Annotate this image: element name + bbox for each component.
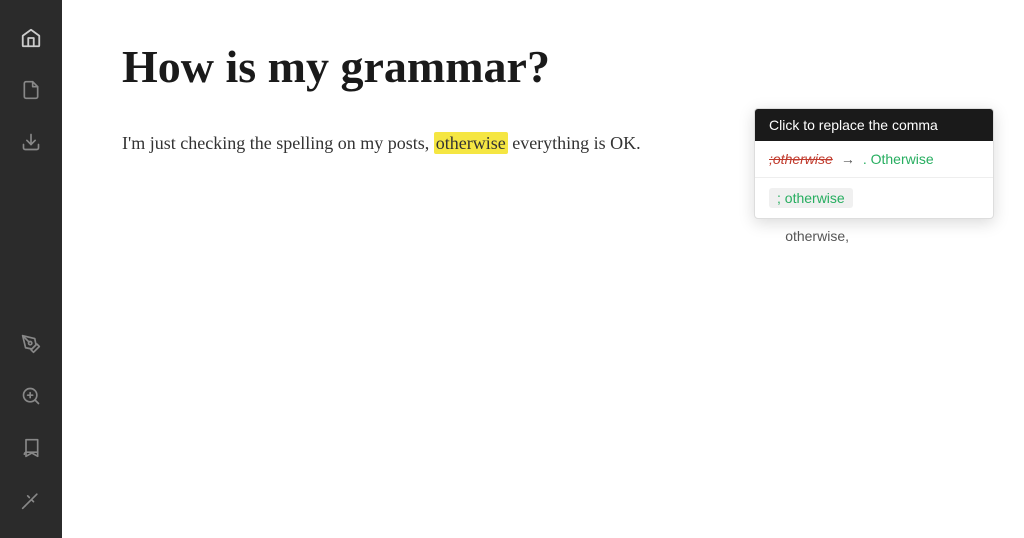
main-content: How is my grammar? I'm just checking the… — [62, 0, 1024, 538]
suggestion-tooltip: Click to replace the comma — [755, 109, 993, 141]
old-text: ;otherwise — [769, 151, 833, 167]
suggestion-alt-row[interactable]: ; otherwise — [755, 178, 993, 218]
sidebar-item-document[interactable] — [9, 68, 53, 112]
sidebar-item-search-doc[interactable] — [9, 374, 53, 418]
page-title: How is my grammar? — [122, 40, 964, 93]
body-text-part1: I'm just checking the spelling on my pos… — [122, 133, 434, 153]
new-text-primary: . Otherwise — [863, 151, 934, 167]
sidebar-item-wand[interactable] — [9, 478, 53, 522]
sidebar-item-pen[interactable] — [9, 322, 53, 366]
context-label: otherwise, — [785, 228, 849, 244]
suggestion-popup[interactable]: Click to replace the comma ;otherwise → … — [754, 108, 994, 219]
sidebar — [0, 0, 62, 538]
suggestion-primary-row[interactable]: ;otherwise → . Otherwise — [755, 141, 993, 178]
new-text-secondary: ; otherwise — [769, 188, 853, 208]
sidebar-item-home[interactable] — [9, 16, 53, 60]
highlighted-word[interactable]: otherwise — [434, 132, 508, 154]
sidebar-item-bookmark[interactable] — [9, 426, 53, 470]
sidebar-item-download[interactable] — [9, 120, 53, 164]
arrow-icon: → — [841, 151, 855, 167]
body-text-part2: everything is OK. — [508, 133, 641, 153]
